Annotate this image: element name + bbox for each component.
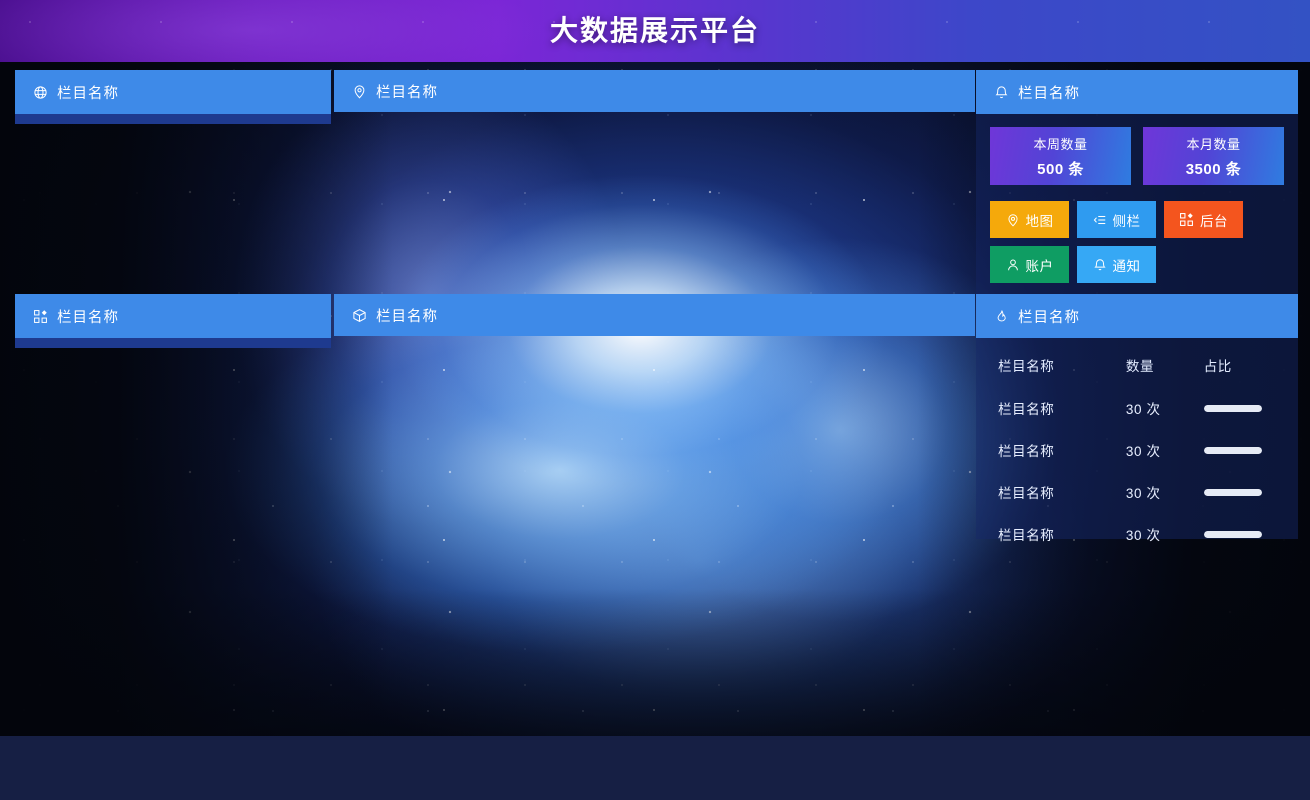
progress-bar-fill [1203,488,1262,496]
backend-button[interactable]: 后台 [1164,201,1243,238]
quick-nav-buttons: 地图 侧栏 后台 账户 通知 [990,201,1284,283]
table-row[interactable]: 栏目名称 30 次 [998,429,1276,471]
stat-month-value: 3500 条 [1185,160,1242,178]
cube-icon [352,308,367,323]
panel-geo: 栏目名称 [334,70,975,112]
progress-bar-track [1203,446,1262,454]
table-row[interactable]: 栏目名称 30 次 [998,513,1276,555]
panel-globe-header[interactable]: 栏目名称 [15,70,331,114]
row-count: 30 次 [1125,402,1161,417]
panel-rank: 栏目名称 栏目名称 数量 占比 栏目名称 30 次栏目名称 30 次栏目名称 30 次… [976,294,1298,543]
panel-notify-header[interactable]: 栏目名称 [976,70,1298,114]
notice-button[interactable]: 通知 [1077,246,1156,283]
page-title: 大数据展示平台 [549,15,760,46]
panel-rank-body: 栏目名称 数量 占比 栏目名称 30 次栏目名称 30 次栏目名称 30 次栏目名称 3… [976,338,1298,543]
map-pin-icon [1006,213,1020,227]
row-count: 30 次 [1125,528,1161,543]
panel-board-title: 栏目名称 [57,309,119,326]
stat-card-row: 本周数量 500 条 本月数量 3500 条 [990,127,1284,185]
dashboard-icon [1179,212,1194,227]
map-button-label: 地图 [1025,213,1054,229]
panel-notify: 栏目名称 本周数量 500 条 本月数量 3500 条 地图 侧栏 后台 账户 … [976,70,1298,331]
app-header: 大数据展示平台 [0,0,1310,62]
globe-icon [33,85,48,100]
panel-board-header[interactable]: 栏目名称 [15,294,331,338]
panel-rank-title: 栏目名称 [1018,309,1080,326]
dashboard-icon [33,309,48,324]
rank-table: 栏目名称 数量 占比 栏目名称 30 次栏目名称 30 次栏目名称 30 次栏目名称 3… [998,346,1276,555]
panel-geo-header[interactable]: 栏目名称 [334,70,975,112]
page-footer-strip [0,736,1310,800]
table-row[interactable]: 栏目名称 30 次 [998,471,1276,513]
progress-bar-fill [1203,446,1262,454]
stat-card-month: 本月数量 3500 条 [1143,127,1284,185]
panel-notify-title: 栏目名称 [1018,85,1080,102]
stat-week-label: 本周数量 [1033,136,1088,152]
progress-bar-fill [1203,530,1262,538]
backend-button-label: 后台 [1200,213,1228,229]
row-count: 30 次 [1125,486,1161,501]
notice-button-label: 通知 [1112,258,1141,274]
indent-icon [1093,213,1107,227]
row-pct [1203,471,1276,513]
progress-bar-track [1203,404,1262,412]
row-pct [1203,513,1276,555]
panel-globe-title: 栏目名称 [57,85,119,102]
rank-table-header-row: 栏目名称 数量 占比 [998,346,1276,387]
row-name: 栏目名称 [998,528,1055,543]
row-count: 30 次 [1125,444,1161,459]
user-icon [1006,258,1020,272]
rank-col-name: 栏目名称 [998,359,1055,374]
row-pct [1203,429,1276,471]
map-pin-icon [352,84,367,99]
progress-bar-fill [1203,404,1262,412]
row-name: 栏目名称 [998,486,1055,501]
stat-month-label: 本月数量 [1186,136,1241,152]
panel-geo-title: 栏目名称 [376,84,438,101]
panel-board-underline [15,338,331,348]
account-button-label: 账户 [1025,258,1054,274]
row-name: 栏目名称 [998,444,1055,459]
bell-icon [1093,258,1107,272]
panel-cube: 栏目名称 [334,294,975,336]
panel-rank-header[interactable]: 栏目名称 [976,294,1298,338]
rank-table-body: 栏目名称 30 次栏目名称 30 次栏目名称 30 次栏目名称 30 次 [998,387,1276,555]
stat-card-week: 本周数量 500 条 [990,127,1131,185]
panel-cube-title: 栏目名称 [376,308,438,325]
row-name: 栏目名称 [998,402,1055,417]
progress-bar-track [1203,488,1262,496]
panel-cube-header[interactable]: 栏目名称 [334,294,975,336]
bell-icon [994,85,1009,100]
row-pct [1203,387,1276,429]
panel-globe-underline [15,114,331,124]
sidebar-button-label: 侧栏 [1112,213,1141,229]
rank-col-count: 数量 [1125,359,1155,374]
rank-col-pct: 占比 [1203,359,1232,374]
stat-week-value: 500 条 [1037,160,1084,178]
map-button[interactable]: 地图 [990,201,1069,238]
table-row[interactable]: 栏目名称 30 次 [998,387,1276,429]
sidebar-button[interactable]: 侧栏 [1077,201,1156,238]
panel-board: 栏目名称 [15,294,331,348]
progress-bar-track [1203,530,1262,538]
fire-icon [994,309,1009,324]
panel-globe: 栏目名称 [15,70,331,124]
account-button[interactable]: 账户 [990,246,1069,283]
